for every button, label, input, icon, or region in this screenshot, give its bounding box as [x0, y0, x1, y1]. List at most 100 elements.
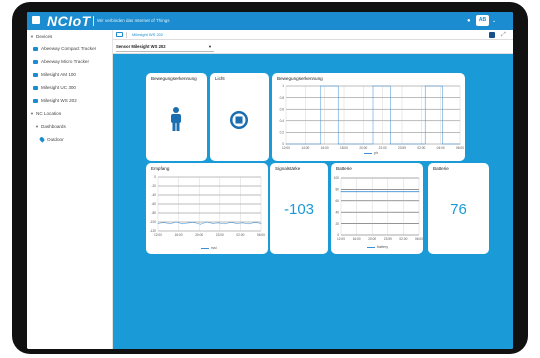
- x-tick-label: 18:00: [340, 146, 348, 150]
- user-menu-chevron-icon[interactable]: ⌄: [492, 16, 496, 26]
- app-screen: NCIoT Wir verbinden das Internet of Thin…: [27, 12, 513, 349]
- data-point: [355, 143, 356, 145]
- data-point: [320, 85, 322, 87]
- chevron-down-icon[interactable]: ▼: [208, 43, 212, 51]
- y-tick-label: 60: [335, 199, 339, 203]
- x-tick-label: 06:00: [415, 237, 423, 241]
- expand-icon[interactable]: ⤢: [501, 31, 506, 39]
- widget-battery-chart: Batterie 0 20 40 60 80 100 12:00 16:00 20:00 23:5…: [331, 163, 423, 254]
- tab-divider: [126, 32, 127, 38]
- person-icon: [171, 107, 181, 131]
- widget-light: Licht: [210, 73, 269, 161]
- device-select-bar: Sensor Milesight WS 202 ▼: [113, 40, 513, 54]
- data-point: [285, 143, 287, 145]
- battery-chart-plot: 02040608010012:00 16:00 20:00 23:59 02:00 06:…: [334, 176, 423, 241]
- y-tick-label: -80: [151, 211, 156, 215]
- data-point: [303, 143, 304, 145]
- device-select[interactable]: Sensor Milesight WS 202: [116, 43, 214, 51]
- data-point: [459, 143, 461, 145]
- sidebar-item-abeeway-compact-tracker[interactable]: Abeeway Compact Tracker: [27, 44, 113, 54]
- sidebar-item-milesight-uc-300[interactable]: Milesight UC 300: [27, 83, 113, 93]
- y-tick-label: 1: [282, 84, 284, 88]
- widget-title: Batterie: [433, 166, 449, 171]
- data-point: [403, 191, 404, 193]
- widget-signal-strength: Signalstärke -103: [270, 163, 328, 254]
- widget-motion-chart: Bewegungserkennung 0 0.2 0.4 0.6 0.8 1 12:00 14…: [272, 73, 465, 161]
- sidebar-item-label: Devices: [36, 34, 53, 39]
- y-tick-label: 80: [335, 188, 339, 192]
- data-point: [224, 223, 226, 225]
- y-tick-label: 40: [335, 210, 339, 214]
- sidebar-item-label: Milesight WS 202: [41, 98, 77, 103]
- data-point: [372, 85, 374, 87]
- user-avatar[interactable]: AB: [476, 15, 489, 26]
- y-tick-label: -100: [150, 220, 157, 224]
- data-point: [212, 222, 213, 224]
- data-point: [169, 223, 171, 225]
- brand-logo[interactable]: NCIoT: [47, 12, 91, 30]
- legend-label: battery: [377, 245, 388, 249]
- data-point: [424, 85, 426, 87]
- data-point: [248, 223, 250, 225]
- legend-label: pir: [374, 151, 378, 155]
- widget-title: Bewegungserkennung: [151, 76, 197, 81]
- widget-reception-chart: Empfang 0 -20 -40 -60 -80 -100 -120 12:00 16:00 2…: [146, 163, 268, 254]
- x-tick-label: 20:00: [359, 146, 367, 150]
- data-point: [157, 222, 159, 224]
- x-tick-label: 04:00: [437, 146, 445, 150]
- data-point: [371, 191, 373, 193]
- device-icon: [33, 47, 38, 51]
- reception-chart-plot: 0-20-40-60-80-100-12012:00 16:00 20:00 23:0…: [150, 175, 266, 237]
- x-tick-label: 02:00: [399, 237, 407, 241]
- legend-label: rssi: [211, 246, 217, 250]
- sidebar-item-milesight-ws-202[interactable]: Milesight WS 202: [27, 96, 113, 106]
- sidebar-item-label: Abeeway Compact Tracker: [41, 46, 97, 51]
- device-icon: [33, 73, 38, 77]
- y-tick-label: -40: [151, 193, 156, 197]
- sidebar-item-label: Outdoor: [47, 137, 64, 142]
- sidebar-group-devices[interactable]: ▼ Devices: [27, 32, 113, 42]
- sidebar-item-abeeway-micro-tracker[interactable]: Abeeway Micro Tracker: [27, 57, 113, 67]
- y-tick-label: 0.4: [280, 119, 285, 123]
- y-tick-label: 20: [335, 222, 339, 226]
- sidebar-item-outdoor[interactable]: Outdoor: [27, 135, 113, 145]
- top-navbar: NCIoT Wir verbinden das Internet of Thin…: [27, 12, 513, 30]
- device-tab-icon[interactable]: [116, 32, 123, 37]
- sidebar: ▼ Devices Abeeway Compact Tracker Abeewa…: [27, 30, 113, 349]
- save-icon[interactable]: [489, 32, 495, 38]
- sidebar-group-nc-location[interactable]: ▼ NC Location: [27, 109, 113, 119]
- sidebar-item-label: Abeeway Micro Tracker: [41, 59, 89, 64]
- stop-circle-icon: [230, 111, 248, 129]
- menu-toggle-icon[interactable]: [32, 16, 40, 24]
- brand-divider: [93, 16, 94, 26]
- series-line: [286, 85, 460, 145]
- sidebar-item-milesight-am-100[interactable]: Milesight AM 100: [27, 70, 113, 80]
- x-tick-label: 23:59: [384, 237, 392, 241]
- data-point: [442, 143, 443, 145]
- data-point: [356, 191, 357, 193]
- x-tick-label: 20:00: [368, 237, 376, 241]
- data-point: [206, 221, 207, 223]
- tab-device[interactable]: Milesight WS 202: [132, 30, 163, 40]
- widget-title: Licht: [215, 76, 225, 81]
- x-tick-label: 02:00: [236, 233, 244, 237]
- widget-battery-level: Batterie 76: [428, 163, 489, 254]
- location-pin-icon: [38, 136, 46, 143]
- x-tick-label: 23:00: [216, 233, 224, 237]
- data-point: [187, 222, 189, 224]
- chart-legend: battery: [367, 245, 388, 250]
- y-tick-label: -20: [151, 184, 156, 188]
- x-tick-label: 16:00: [175, 233, 183, 237]
- widget-title: Signalstärke: [275, 166, 301, 171]
- x-tick-label: 12:00: [154, 233, 162, 237]
- sidebar-group-dashboards[interactable]: ▼ Dashboards: [27, 122, 113, 132]
- data-point: [230, 222, 232, 223]
- notification-bell-icon[interactable]: ●: [467, 17, 471, 25]
- data-point: [200, 223, 201, 225]
- brand-tagline: Wir verbinden das Internet of Things: [97, 18, 170, 23]
- y-tick-label: 0: [154, 175, 156, 179]
- series-line: [157, 221, 262, 225]
- data-point: [193, 222, 195, 223]
- x-tick-label: 22:00: [379, 146, 387, 150]
- data-point: [390, 143, 391, 145]
